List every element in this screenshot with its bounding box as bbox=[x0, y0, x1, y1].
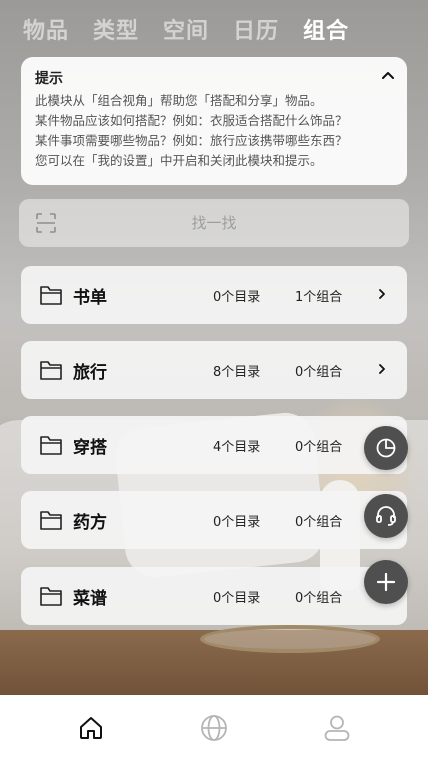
pie-chart-icon bbox=[376, 438, 396, 458]
search-bar bbox=[19, 199, 409, 247]
group-name: 旅行 bbox=[73, 363, 107, 383]
nav-discover[interactable] bbox=[198, 712, 230, 744]
folder-icon bbox=[40, 361, 62, 380]
nav-home[interactable] bbox=[75, 712, 107, 744]
chevron-up-icon[interactable] bbox=[379, 67, 397, 85]
directory-count: 0个目录 bbox=[213, 591, 261, 606]
group-name: 穿搭 bbox=[73, 438, 107, 458]
group-row-outfits[interactable]: 穿搭 4个目录 0个组合 bbox=[21, 416, 407, 474]
nav-profile[interactable] bbox=[321, 712, 353, 744]
top-tab-bar: 物品 类型 空间 日历 组合 bbox=[0, 12, 428, 46]
tab-items[interactable]: 物品 bbox=[23, 13, 69, 45]
home-icon bbox=[80, 717, 103, 739]
folder-icon bbox=[40, 587, 62, 606]
combo-count: 0个组合 bbox=[295, 515, 343, 530]
tab-types[interactable]: 类型 bbox=[93, 13, 139, 45]
group-row-recipes[interactable]: 菜谱 0个目录 0个组合 bbox=[21, 567, 407, 625]
group-row-booklist[interactable]: 书单 0个目录 1个组合 bbox=[21, 266, 407, 324]
tab-calendar[interactable]: 日历 bbox=[233, 13, 279, 45]
combo-count: 0个组合 bbox=[295, 591, 343, 606]
support-button[interactable] bbox=[364, 494, 408, 538]
bottom-nav bbox=[0, 695, 428, 761]
combo-count: 0个组合 bbox=[295, 440, 343, 455]
tip-title: 提示 bbox=[35, 71, 63, 87]
tip-line: 您可以在「我的设置」中开启和关闭此模块和提示。 bbox=[35, 153, 323, 168]
tab-spaces[interactable]: 空间 bbox=[163, 13, 209, 45]
group-row-travel[interactable]: 旅行 8个目录 0个组合 bbox=[21, 341, 407, 399]
group-name: 书单 bbox=[73, 288, 107, 308]
globe-icon bbox=[201, 715, 227, 741]
tip-line: 某件事项需要哪些物品？例如：旅行应该携带哪些东西？ bbox=[35, 133, 348, 148]
add-button[interactable] bbox=[364, 560, 408, 604]
group-name: 药方 bbox=[73, 513, 107, 533]
chevron-right-icon bbox=[379, 289, 385, 299]
tip-line: 此模块从「组合视角」帮助您「搭配和分享」物品。 bbox=[35, 93, 323, 108]
folder-icon bbox=[40, 511, 62, 530]
group-name: 菜谱 bbox=[73, 589, 107, 609]
tab-combos[interactable]: 组合 bbox=[303, 13, 349, 45]
combo-count: 0个组合 bbox=[295, 365, 343, 380]
directory-count: 0个目录 bbox=[213, 290, 261, 305]
directory-count: 4个目录 bbox=[213, 440, 261, 455]
search-input[interactable] bbox=[19, 214, 409, 232]
plus-icon bbox=[376, 572, 396, 592]
folder-icon bbox=[40, 436, 62, 455]
headset-icon bbox=[376, 506, 396, 526]
directory-count: 0个目录 bbox=[213, 515, 261, 530]
directory-count: 8个目录 bbox=[213, 365, 261, 380]
chevron-right-icon bbox=[379, 364, 385, 374]
statistics-button[interactable] bbox=[364, 426, 408, 470]
group-row-prescriptions[interactable]: 药方 0个目录 0个组合 bbox=[21, 491, 407, 549]
user-icon bbox=[324, 715, 350, 741]
tip-card: 提示 此模块从「组合视角」帮助您「搭配和分享」物品。 某件物品应该如何搭配？例如… bbox=[21, 57, 407, 185]
scan-icon[interactable] bbox=[35, 212, 57, 234]
folder-icon bbox=[40, 286, 62, 305]
tip-line: 某件物品应该如何搭配？例如：衣服适合搭配什么饰品？ bbox=[35, 113, 348, 128]
combo-count: 1个组合 bbox=[295, 290, 343, 305]
